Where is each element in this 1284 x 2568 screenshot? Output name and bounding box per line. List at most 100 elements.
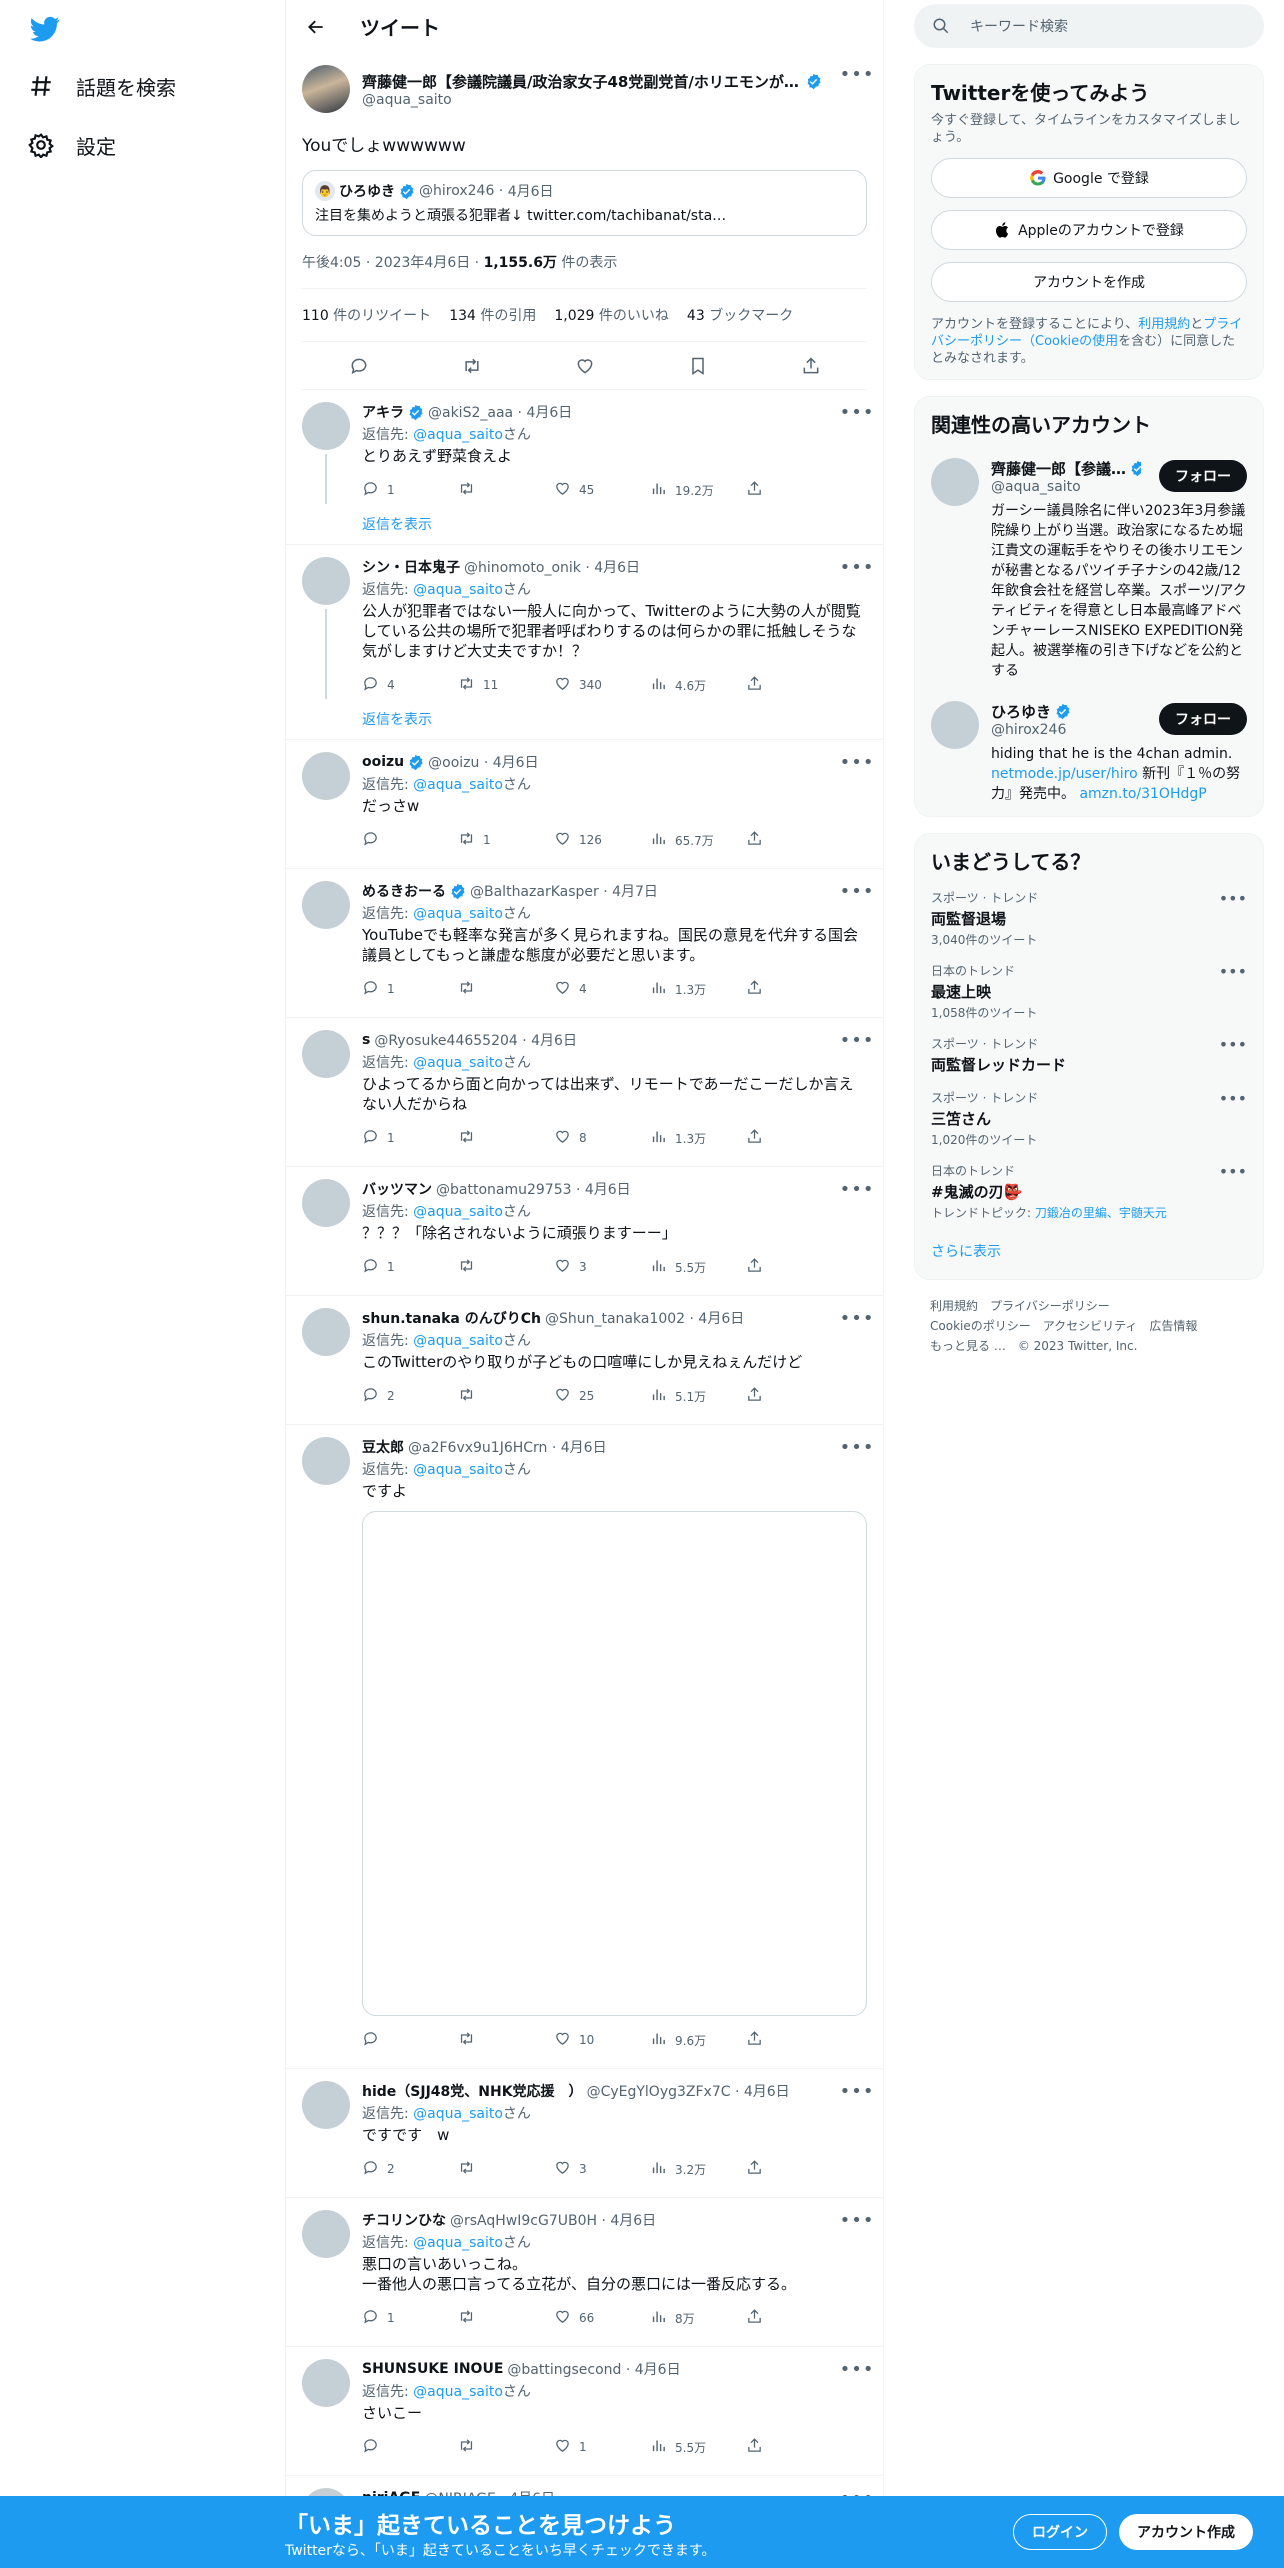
like-button[interactable]: 45 xyxy=(554,480,650,500)
trend-topic-link[interactable]: 刀鍛冶の里編、宇髄天元 xyxy=(1035,1206,1167,1220)
show-replies-link[interactable]: 返信を表示 xyxy=(362,514,867,534)
views-button[interactable]: 3.2万 xyxy=(650,2159,746,2179)
login-button[interactable]: ログイン xyxy=(1013,2514,1107,2550)
like-button[interactable]: 3 xyxy=(554,2159,650,2179)
footer-accessibility[interactable]: アクセシビリティ xyxy=(1043,1319,1138,1333)
more-options-icon[interactable]: ••• xyxy=(840,1030,874,1051)
reply-button[interactable] xyxy=(362,2030,458,2050)
twitter-logo-icon[interactable] xyxy=(28,14,62,44)
reply-tweet[interactable]: シン・日本鬼子 @hinomoto_onik · 4月6日 ••• 返信先: @aqu… xyxy=(286,545,883,740)
reply-icon[interactable] xyxy=(349,356,369,376)
like-stat[interactable]: 1,029 件のいいね xyxy=(554,305,669,325)
account-item[interactable]: ひろゆき @hirox246 hiding that he is the 4ch… xyxy=(931,701,1247,804)
show-more-link[interactable]: さらに表示 xyxy=(931,1241,1247,1261)
tweet-timestamp[interactable]: 午後4:05 · 2023年4月6日 · xyxy=(302,255,484,271)
like-button[interactable]: 8 xyxy=(554,1128,650,1148)
account-name[interactable]: ひろゆき xyxy=(991,701,1141,722)
like-button[interactable]: 1 xyxy=(554,2437,650,2457)
more-options-icon[interactable]: ••• xyxy=(1219,1035,1247,1054)
like-button[interactable]: 66 xyxy=(554,2308,650,2328)
retweet-button[interactable] xyxy=(458,1128,554,1148)
create-account-button[interactable]: アカウントを作成 xyxy=(931,262,1247,302)
bio-link[interactable]: netmode.jp/user/hiro xyxy=(991,766,1138,782)
reply-author-handle[interactable]: @hinomoto_onik · 4月6日 xyxy=(464,557,640,577)
reply-button[interactable]: 1 xyxy=(362,1128,458,1148)
trend-item[interactable]: 日本のトレンド #鬼滅の刃👺 トレンドトピック: 刀鍛冶の里編、宇髄天元 ••• xyxy=(931,1162,1247,1221)
views-button[interactable]: 1.3万 xyxy=(650,979,746,999)
views-button[interactable]: 65.7万 xyxy=(650,830,746,850)
signup-button[interactable]: アカウント作成 xyxy=(1119,2514,1253,2550)
avatar[interactable] xyxy=(302,752,350,800)
more-options-icon[interactable]: ••• xyxy=(1219,962,1247,981)
reply-button[interactable]: 4 xyxy=(362,675,458,695)
like-button[interactable]: 126 xyxy=(554,830,650,850)
trend-item[interactable]: スポーツ · トレンド 三笘さん 1,020件のツイート ••• xyxy=(931,1089,1247,1148)
reply-author-handle[interactable]: @akiS2_aaa · 4月6日 xyxy=(428,402,572,422)
reply-author-name[interactable]: hide（SJJ48党、NHK党応援 ） xyxy=(362,2081,583,2101)
reply-button[interactable]: 2 xyxy=(362,2159,458,2179)
bio-link[interactable]: amzn.to/31OHdgP xyxy=(1079,786,1206,802)
reply-author-handle[interactable]: @Ryosuke44655204 · 4月6日 xyxy=(374,1030,577,1050)
reply-tweet[interactable]: ooizu @ooizu · 4月6日 ••• 返信先: @aqua_saitoさんだ… xyxy=(286,740,883,869)
reply-author-name[interactable]: SHUNSUKE INOUE xyxy=(362,2361,503,2377)
search-input[interactable]: キーワード検索 xyxy=(914,4,1264,48)
reply-author-handle[interactable]: @rsAqHwI9cG7UB0H · 4月6日 xyxy=(450,2210,656,2230)
reply-button[interactable]: 1 xyxy=(362,2308,458,2328)
reply-button[interactable]: 1 xyxy=(362,1257,458,1277)
terms-link[interactable]: 利用規約 xyxy=(1138,317,1190,332)
reply-to-link[interactable]: @aqua_saito xyxy=(413,427,503,443)
reply-author-handle[interactable]: @battonamu29753 · 4月6日 xyxy=(436,1179,631,1199)
nav-settings[interactable]: 設定 xyxy=(28,125,116,165)
reply-author-handle[interactable]: @ooizu · 4月6日 xyxy=(428,752,538,772)
retweet-stat[interactable]: 110 件のリツイート xyxy=(302,305,431,325)
footer-privacy[interactable]: プライバシーポリシー xyxy=(990,1299,1110,1313)
more-options-icon[interactable]: ••• xyxy=(1219,1089,1247,1108)
footer-cookie[interactable]: Cookieのポリシー xyxy=(930,1319,1031,1333)
share-button[interactable] xyxy=(746,675,842,695)
avatar[interactable] xyxy=(302,1308,350,1356)
like-button[interactable]: 10 xyxy=(554,2030,650,2050)
avatar[interactable] xyxy=(302,881,350,929)
share-button[interactable] xyxy=(746,480,842,500)
like-button[interactable]: 25 xyxy=(554,1386,650,1406)
reply-author-handle[interactable]: @BalthazarKasper · 4月7日 xyxy=(470,881,658,901)
like-button[interactable]: 4 xyxy=(554,979,650,999)
retweet-icon[interactable] xyxy=(462,356,482,376)
like-icon[interactable] xyxy=(575,356,595,376)
bookmark-stat[interactable]: 43 ブックマーク xyxy=(687,305,793,325)
share-button[interactable] xyxy=(746,1128,842,1148)
reply-author-name[interactable]: shun.tanaka のんびりCh xyxy=(362,1308,541,1328)
account-name[interactable]: 齊藤健一郎【参議… xyxy=(991,458,1141,479)
retweet-button[interactable] xyxy=(458,2159,554,2179)
more-options-icon[interactable]: ••• xyxy=(840,402,874,423)
trend-item[interactable]: スポーツ · トレンド 両監督退場 3,040件のツイート ••• xyxy=(931,889,1247,948)
avatar[interactable] xyxy=(302,1030,350,1078)
share-button[interactable] xyxy=(746,2308,842,2328)
reply-to-link[interactable]: @aqua_saito xyxy=(413,1204,503,1220)
more-options-icon[interactable]: ••• xyxy=(840,2359,874,2380)
reply-author-handle[interactable]: @Shun_tanaka1002 · 4月6日 xyxy=(545,1308,744,1328)
reply-author-name[interactable]: アキラ xyxy=(362,402,404,422)
more-options-icon[interactable]: ••• xyxy=(840,557,874,578)
reply-author-handle[interactable]: @a2F6vx9u1J6HCrn · 4月6日 xyxy=(408,1437,607,1457)
retweet-button[interactable] xyxy=(458,2308,554,2328)
avatar[interactable] xyxy=(302,1437,350,1485)
views-button[interactable]: 8万 xyxy=(650,2308,746,2328)
reply-tweet[interactable]: めるきおーる @BalthazarKasper · 4月7日 ••• 返信先: @aq… xyxy=(286,869,883,1018)
reply-to-link[interactable]: @aqua_saito xyxy=(413,2384,503,2400)
reply-button[interactable]: 2 xyxy=(362,1386,458,1406)
more-options-icon[interactable]: ••• xyxy=(840,881,874,902)
avatar[interactable] xyxy=(302,1179,350,1227)
author-handle[interactable]: @aqua_saito xyxy=(362,92,832,108)
reply-to-link[interactable]: @aqua_saito xyxy=(413,2106,503,2122)
views-button[interactable]: 5.5万 xyxy=(650,1257,746,1277)
more-options-icon[interactable]: ••• xyxy=(840,64,874,85)
avatar[interactable] xyxy=(931,458,979,506)
more-options-icon[interactable]: ••• xyxy=(840,1308,874,1329)
avatar[interactable] xyxy=(302,2081,350,2129)
reply-to-link[interactable]: @aqua_saito xyxy=(413,582,503,598)
like-button[interactable]: 3 xyxy=(554,1257,650,1277)
google-signup-button[interactable]: Google で登録 xyxy=(931,158,1247,198)
reply-button[interactable]: 1 xyxy=(362,979,458,999)
reply-tweet[interactable]: 豆太郎 @a2F6vx9u1J6HCrn · 4月6日 ••• 返信先: @aqua_… xyxy=(286,1425,883,2069)
